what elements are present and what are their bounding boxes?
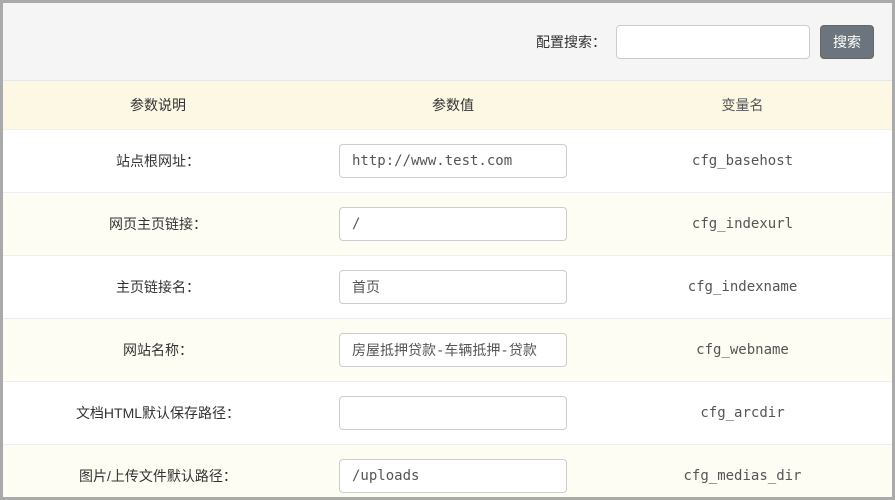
param-value-input[interactable] (339, 270, 567, 304)
param-var: cfg_basehost (593, 130, 892, 193)
search-label: 配置搜索： (536, 32, 606, 52)
table-row: 图片/上传文件默认路径： cfg_medias_dir (3, 445, 892, 498)
param-var: cfg_arcdir (593, 382, 892, 445)
param-desc: 图片/上传文件默认路径： (3, 445, 313, 498)
param-var: cfg_webname (593, 319, 892, 382)
param-value-input[interactable] (339, 396, 567, 430)
search-input[interactable] (616, 25, 810, 59)
table-header-row: 参数说明 参数值 变量名 (3, 81, 892, 130)
table-row: 主页链接名： cfg_indexname (3, 256, 892, 319)
table-row: 网页主页链接： cfg_indexurl (3, 193, 892, 256)
col-header-var: 变量名 (593, 81, 892, 130)
search-bar: 配置搜索： 搜索 (3, 3, 892, 81)
param-desc: 网页主页链接： (3, 193, 313, 256)
param-desc: 文档HTML默认保存路径： (3, 382, 313, 445)
table-row: 文档HTML默认保存路径： cfg_arcdir (3, 382, 892, 445)
col-header-value: 参数值 (313, 81, 593, 130)
table-row: 站点根网址： cfg_basehost (3, 130, 892, 193)
param-value-input[interactable] (339, 333, 567, 367)
param-desc: 站点根网址： (3, 130, 313, 193)
search-button[interactable]: 搜索 (820, 25, 874, 59)
param-value-input[interactable] (339, 459, 567, 493)
param-desc: 网站名称： (3, 319, 313, 382)
col-header-desc: 参数说明 (3, 81, 313, 130)
config-panel: 配置搜索： 搜索 参数说明 参数值 变量名 站点根网址： cfg_basehos… (3, 3, 892, 497)
config-table: 参数说明 参数值 变量名 站点根网址： cfg_basehost 网页主页链接：… (3, 81, 892, 497)
param-value-input[interactable] (339, 207, 567, 241)
table-row: 网站名称： cfg_webname (3, 319, 892, 382)
param-var: cfg_indexurl (593, 193, 892, 256)
param-value-input[interactable] (339, 144, 567, 178)
param-var: cfg_medias_dir (593, 445, 892, 498)
param-var: cfg_indexname (593, 256, 892, 319)
param-desc: 主页链接名： (3, 256, 313, 319)
